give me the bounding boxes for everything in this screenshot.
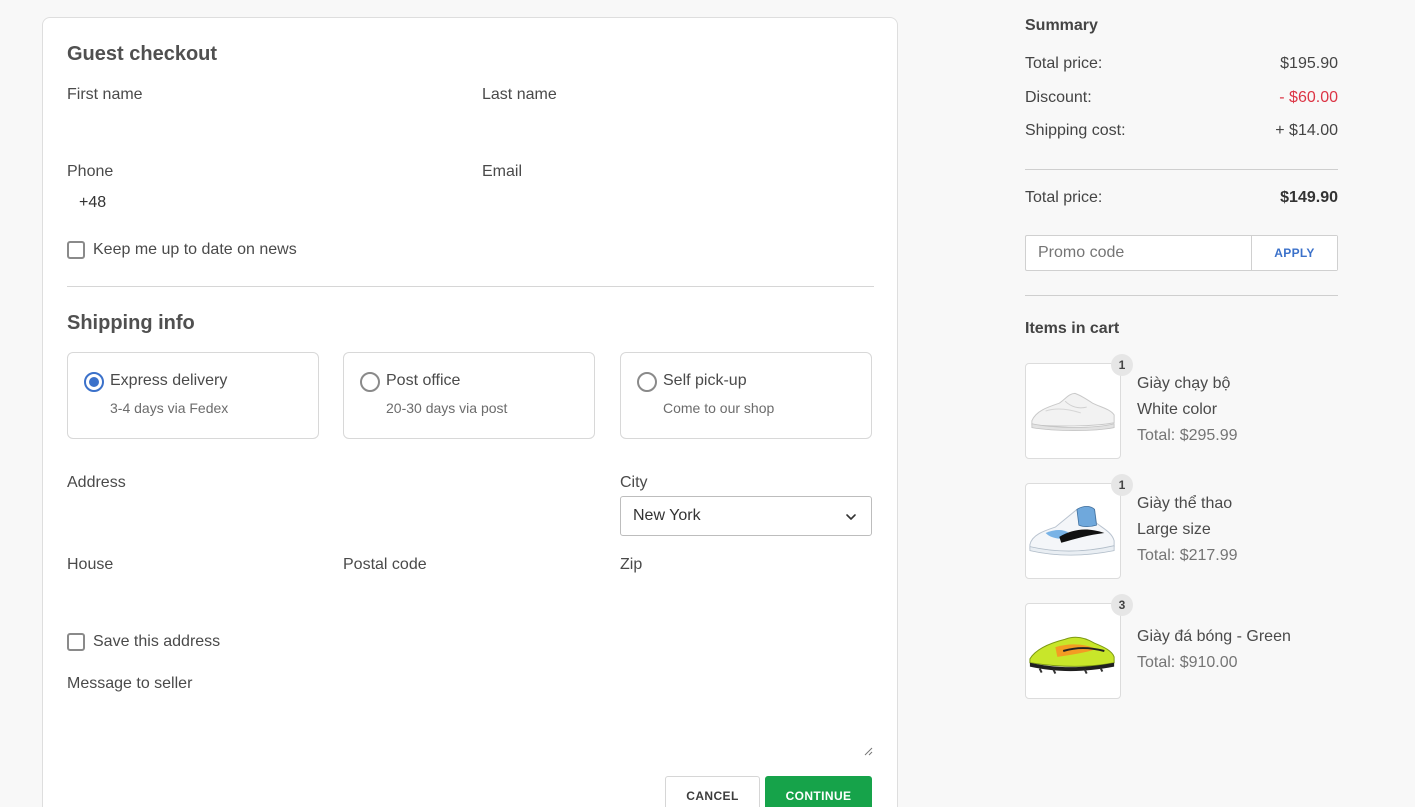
city-select[interactable]: New York [620, 496, 872, 536]
phone-input[interactable] [115, 188, 455, 218]
summary-title: Summary [1025, 17, 1098, 34]
item-total: Total: $295.99 [1137, 427, 1238, 444]
chevron-down-icon [846, 514, 856, 520]
item-name: Giày thể thao [1137, 495, 1233, 512]
apply-promo-button[interactable]: APPLY [1252, 236, 1337, 270]
shipping-option-post-office[interactable]: Post office 20-30 days via post [343, 352, 595, 439]
news-checkbox[interactable] [67, 241, 85, 259]
summary-row-label: Shipping cost: [1025, 122, 1126, 139]
summary-row: Total price: $195.90 [1025, 55, 1338, 73]
news-checkbox-row[interactable]: Keep me up to date on news [67, 241, 297, 259]
save-address-label: Save this address [93, 633, 221, 650]
shipping-option-subtitle: 20-30 days via post [386, 400, 508, 416]
save-address-checkbox[interactable] [67, 633, 85, 651]
first-name-input[interactable] [67, 110, 457, 140]
house-label: House [67, 556, 114, 573]
city-label: City [620, 474, 648, 491]
city-select-value: New York [633, 507, 701, 524]
promo-code-input[interactable] [1026, 236, 1252, 270]
message-label: Message to seller [67, 675, 193, 692]
post-office-radio[interactable] [360, 372, 380, 392]
postal-code-input[interactable] [343, 582, 593, 612]
item-total: Total: $217.99 [1137, 547, 1238, 564]
save-address-row[interactable]: Save this address [67, 633, 220, 651]
last-name-label: Last name [482, 86, 557, 103]
resize-grip-icon[interactable] [863, 746, 873, 756]
cart-item[interactable]: 1 Giày thể thao Large size Total: $217.9… [1025, 474, 1338, 579]
email-label: Email [482, 163, 523, 180]
phone-prefix: +48 [79, 194, 107, 211]
item-variant: Large size [1137, 521, 1211, 538]
quantity-badge: 1 [1111, 474, 1133, 496]
message-textarea[interactable] [67, 698, 873, 758]
item-name: Giày chạy bộ [1137, 375, 1231, 392]
summary-row-label: Discount: [1025, 89, 1092, 106]
cart-item[interactable]: 3 Giày đá bóng - Green Total: $910.00 [1025, 594, 1338, 699]
cancel-button[interactable]: CANCEL [665, 776, 760, 807]
summary-row-label: Total price: [1025, 55, 1103, 72]
product-thumbnail[interactable]: 3 [1025, 594, 1133, 699]
shipping-option-title: Post office [386, 372, 461, 389]
item-variant: White color [1137, 401, 1218, 418]
news-checkbox-label: Keep me up to date on news [93, 241, 297, 258]
last-name-input[interactable] [482, 110, 872, 140]
shipping-option-self-pickup[interactable]: Self pick-up Come to our shop [620, 352, 872, 439]
self-pickup-radio[interactable] [637, 372, 657, 392]
zip-input[interactable] [620, 582, 870, 612]
house-input[interactable] [67, 582, 317, 612]
quantity-badge: 3 [1111, 594, 1133, 616]
green-football-boot-image [1029, 636, 1115, 674]
summary-row-value: + $14.00 [1275, 122, 1338, 139]
white-sneaker-image [1031, 392, 1115, 431]
section-divider [67, 286, 874, 287]
summary-row: Shipping cost: + $14.00 [1025, 122, 1338, 140]
first-name-label: First name [67, 86, 143, 103]
shipping-info-title: Shipping info [67, 312, 195, 334]
address-input[interactable] [67, 500, 597, 530]
summary-row-value: $195.90 [1280, 55, 1338, 72]
promo-code-group: APPLY [1025, 235, 1338, 271]
continue-button[interactable]: CONTINUE [765, 776, 872, 807]
shipping-option-subtitle: 3-4 days via Fedex [110, 400, 229, 416]
checkout-form-card: Guest checkout First name Last name Phon… [42, 17, 898, 807]
shipping-option-subtitle: Come to our shop [663, 400, 775, 416]
shipping-option-title: Self pick-up [663, 372, 747, 389]
zip-label: Zip [620, 556, 643, 573]
postal-code-label: Postal code [343, 556, 427, 573]
summary-total-row: Total price: $149.90 [1025, 189, 1338, 207]
summary-divider [1025, 169, 1338, 170]
product-thumbnail[interactable]: 1 [1025, 474, 1133, 579]
total-label: Total price: [1025, 189, 1103, 206]
shipping-option-title: Express delivery [110, 372, 228, 389]
summary-row: Discount: - $60.00 [1025, 89, 1338, 107]
product-thumbnail[interactable]: 1 [1025, 354, 1133, 459]
phone-label: Phone [67, 163, 114, 180]
address-label: Address [67, 474, 126, 491]
cart-item[interactable]: 1 Giày chạy bộ White color Total: $295.9… [1025, 354, 1338, 459]
quantity-badge: 1 [1111, 354, 1133, 376]
discount-value: - $60.00 [1279, 89, 1338, 106]
item-total: Total: $910.00 [1137, 654, 1238, 671]
shipping-option-express[interactable]: Express delivery 3-4 days via Fedex [67, 352, 319, 439]
guest-checkout-title: Guest checkout [67, 43, 218, 65]
item-name: Giày đá bóng - Green [1137, 628, 1291, 645]
blue-high-top-sneaker-image [1029, 506, 1115, 556]
summary-divider [1025, 295, 1338, 296]
items-in-cart-title: Items in cart [1025, 320, 1120, 337]
total-value: $149.90 [1280, 189, 1338, 206]
express-radio[interactable] [84, 372, 104, 392]
email-input[interactable] [482, 188, 872, 218]
